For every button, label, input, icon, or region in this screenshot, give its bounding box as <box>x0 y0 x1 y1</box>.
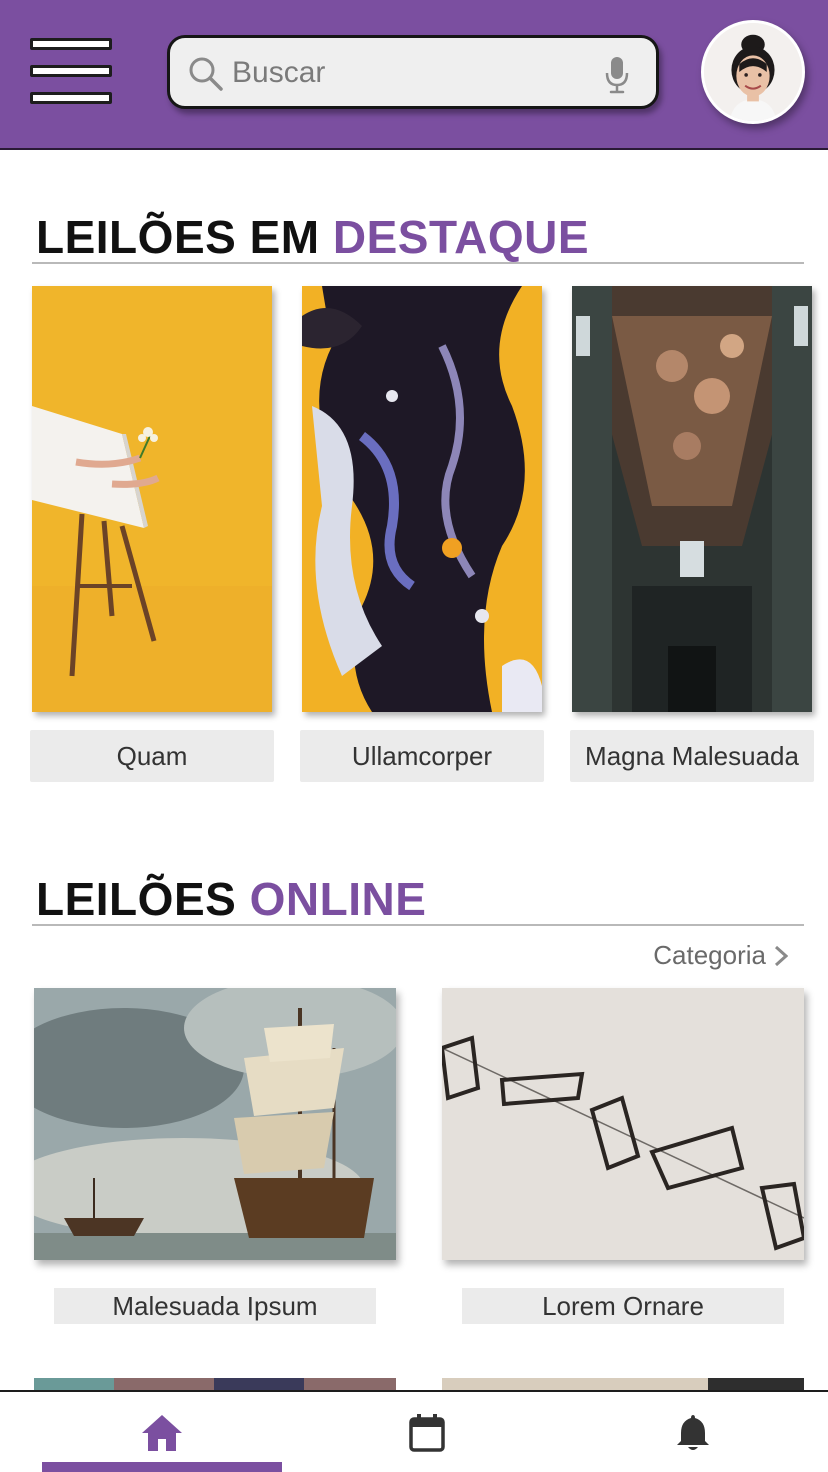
home-icon <box>142 1415 182 1451</box>
bell-icon <box>677 1415 709 1450</box>
bottom-navigation <box>0 1390 828 1472</box>
hamburger-menu-icon[interactable] <box>30 38 112 104</box>
online-label-2[interactable]: Lorem Ornare <box>462 1288 784 1324</box>
featured-section-title: LEILÕES EM DESTAQUE <box>36 210 589 264</box>
featured-label-3[interactable]: Magna Malesuada <box>570 730 814 782</box>
category-filter-link[interactable]: Categoria <box>653 940 788 971</box>
user-portrait-image <box>704 23 802 121</box>
featured-divider <box>32 262 804 264</box>
nav-home[interactable] <box>42 1392 282 1472</box>
app-header <box>0 0 828 150</box>
online-section-title: LEILÕES ONLINE <box>36 872 426 926</box>
nav-notifications[interactable] <box>573 1392 813 1472</box>
featured-label-2[interactable]: Ullamcorper <box>300 730 544 782</box>
featured-image-magna-malesuada[interactable] <box>572 286 812 712</box>
nav-active-indicator <box>42 1462 282 1472</box>
featured-title-accent: DESTAQUE <box>332 211 590 263</box>
online-title-plain: LEILÕES <box>36 873 237 925</box>
search-input[interactable] <box>232 50 592 96</box>
category-label: Categoria <box>653 940 766 970</box>
featured-image-ullamcorper[interactable] <box>302 286 542 712</box>
online-title-accent: ONLINE <box>249 873 427 925</box>
search-icon <box>189 57 223 91</box>
search-bar[interactable] <box>167 35 659 109</box>
featured-image-quam[interactable] <box>32 286 272 712</box>
featured-title-plain: LEILÕES EM <box>36 211 320 263</box>
online-divider <box>32 924 804 926</box>
avatar[interactable] <box>701 20 805 124</box>
featured-label-1[interactable]: Quam <box>30 730 274 782</box>
online-image-lorem-ornare[interactable] <box>442 988 804 1260</box>
online-label-1[interactable]: Malesuada Ipsum <box>54 1288 376 1324</box>
calendar-icon <box>409 1414 445 1452</box>
microphone-icon[interactable] <box>604 56 630 94</box>
online-image-malesuada-ipsum[interactable] <box>34 988 396 1260</box>
nav-calendar[interactable] <box>307 1392 547 1472</box>
chevron-right-icon <box>774 945 788 966</box>
